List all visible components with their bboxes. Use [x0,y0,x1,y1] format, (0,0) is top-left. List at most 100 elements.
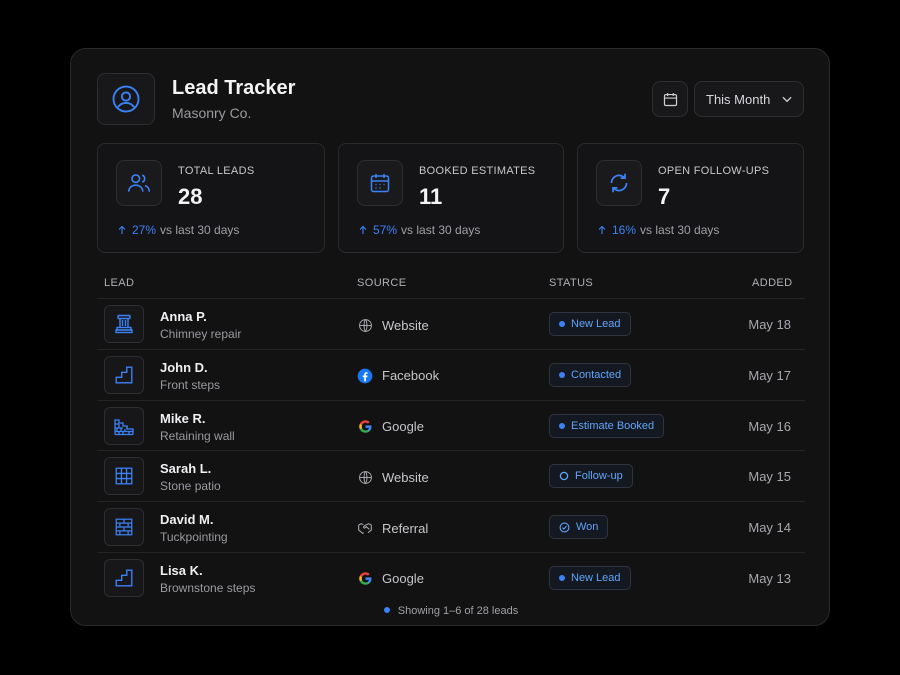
pagination-text: Showing 1–6 of 28 leads [397,605,519,617]
lead-source-label: Google [382,419,424,435]
status-label: Estimate Booked [571,419,655,432]
facebook-icon [357,368,373,384]
status-dot-icon [559,574,565,581]
status-label: New Lead [571,571,621,584]
lead-project: Stone patio [160,479,221,494]
stat-card-open-follow-ups: OPEN FOLLOW-UPS 7 16% vs last 30 days [577,143,804,253]
status-badge: New Lead [549,565,631,590]
user-circle-icon [97,73,155,125]
lead-added-date: May 13 [748,570,791,586]
handshake-icon [357,520,373,536]
lead-name: Lisa K. [160,562,203,578]
lead-project: Front steps [160,377,221,392]
table-row[interactable]: Lisa K. Brownstone steps Google New Lead… [97,551,805,603]
globe-icon [357,317,373,333]
stat-delta: 16% vs last 30 days [596,223,719,237]
calendar-button[interactable] [652,81,688,117]
google-icon [357,419,373,435]
steps-icon [104,355,144,394]
lead-source-label: Website [382,317,429,333]
status-ring-icon [559,472,569,481]
column-header-source: SOURCE [357,277,407,289]
column-header-added: ADDED [752,277,793,289]
status-dot-icon [559,321,565,327]
lead-name: David M. [160,512,214,528]
status-label: New Lead [571,318,621,330]
leads-table: Anna P. Chimney repair Website New Lead … [97,298,805,603]
status-label: Contacted [571,368,622,381]
lead-project: Tuckpointing [160,530,228,545]
lead-name: Anna P. [160,309,207,324]
lead-source: Google [357,571,424,587]
chimney-icon [104,305,144,343]
lead-source-label: Referral [382,520,429,536]
google-icon [357,571,373,587]
lead-project: Retaining wall [160,428,235,443]
users-icon [116,160,162,206]
lead-added-date: May 15 [748,469,791,485]
arrow-up-icon [118,225,126,234]
status-label: Follow-up [575,470,623,483]
stat-delta-percent: 27% [132,223,157,237]
stat-delta-text: vs last 30 days [640,223,720,237]
stat-label: BOOKED ESTIMATES [419,165,536,177]
table-row[interactable]: Mike R. Retaining wall Google Estimate B… [97,399,805,451]
stat-delta-percent: 16% [612,223,637,237]
lead-name: Sarah L. [160,461,212,477]
table-row[interactable]: David M. Tuckpointing Referral Won May 1… [97,501,805,552]
stat-delta: 57% vs last 30 days [357,223,480,237]
status-badge: Follow-up [549,464,633,489]
status-dot-icon [559,371,565,378]
patio-grid-icon [104,457,144,496]
lead-added-date: May 16 [748,418,791,434]
stat-value: 28 [178,184,203,209]
lead-source: Referral [357,520,428,536]
lead-source: Google [357,419,424,435]
table-row[interactable]: John D. Front steps Facebook Contacted M… [97,348,805,400]
lead-source-label: Facebook [382,368,440,384]
pagination-dot-icon [383,607,390,614]
status-badge: Won [549,515,609,540]
steps-icon [104,558,144,597]
lead-name: John D. [160,359,208,375]
chevron-down-icon [782,96,792,103]
pagination-summary: Showing 1–6 of 28 leads [71,605,831,617]
stat-label: OPEN FOLLOW-UPS [658,165,770,177]
page-title: Lead Tracker [172,77,296,99]
stat-label: TOTAL LEADS [178,165,255,177]
company-name: Masonry Co. [172,105,252,121]
arrow-up-icon [598,225,606,234]
lead-name: Mike R. [160,410,206,426]
lead-source: Website [357,317,429,333]
table-row[interactable]: Anna P. Chimney repair Website New Lead … [97,298,805,349]
lead-source-label: Google [382,571,424,587]
stat-value: 7 [658,184,671,209]
calendar-icon [663,92,677,106]
lead-source: Website [357,469,429,485]
status-label: Won [576,521,599,534]
arrow-up-icon [359,225,367,234]
status-badge: Estimate Booked [549,413,665,438]
stat-card-total-leads: TOTAL LEADS 28 27% vs last 30 days [97,143,325,253]
status-dot-icon [559,422,565,429]
lead-project: Brownstone steps [160,580,256,595]
lead-added-date: May 18 [748,317,791,332]
lead-project: Chimney repair [160,327,242,341]
column-header-lead: LEAD [104,277,135,289]
brick-wall-icon [104,508,144,547]
status-badge: Contacted [549,362,632,387]
retaining-wall-icon [104,406,144,445]
date-range-label: This Month [706,91,771,107]
stat-card-booked-estimates: BOOKED ESTIMATES 11 57% vs last 30 days [338,143,564,253]
stat-value: 11 [419,184,443,209]
date-range-select[interactable]: This Month [694,81,804,117]
column-header-status: STATUS [549,277,594,289]
stat-delta: 27% vs last 30 days [116,223,239,237]
stat-delta-text: vs last 30 days [160,223,240,237]
table-row[interactable]: Sarah L. Stone patio Website Follow-up M… [97,450,805,501]
lead-source: Facebook [357,368,439,384]
table-header: LEAD SOURCE STATUS ADDED [104,275,804,295]
check-circle-icon [559,522,570,533]
lead-source-label: Website [382,469,429,485]
lead-added-date: May 14 [748,520,791,536]
